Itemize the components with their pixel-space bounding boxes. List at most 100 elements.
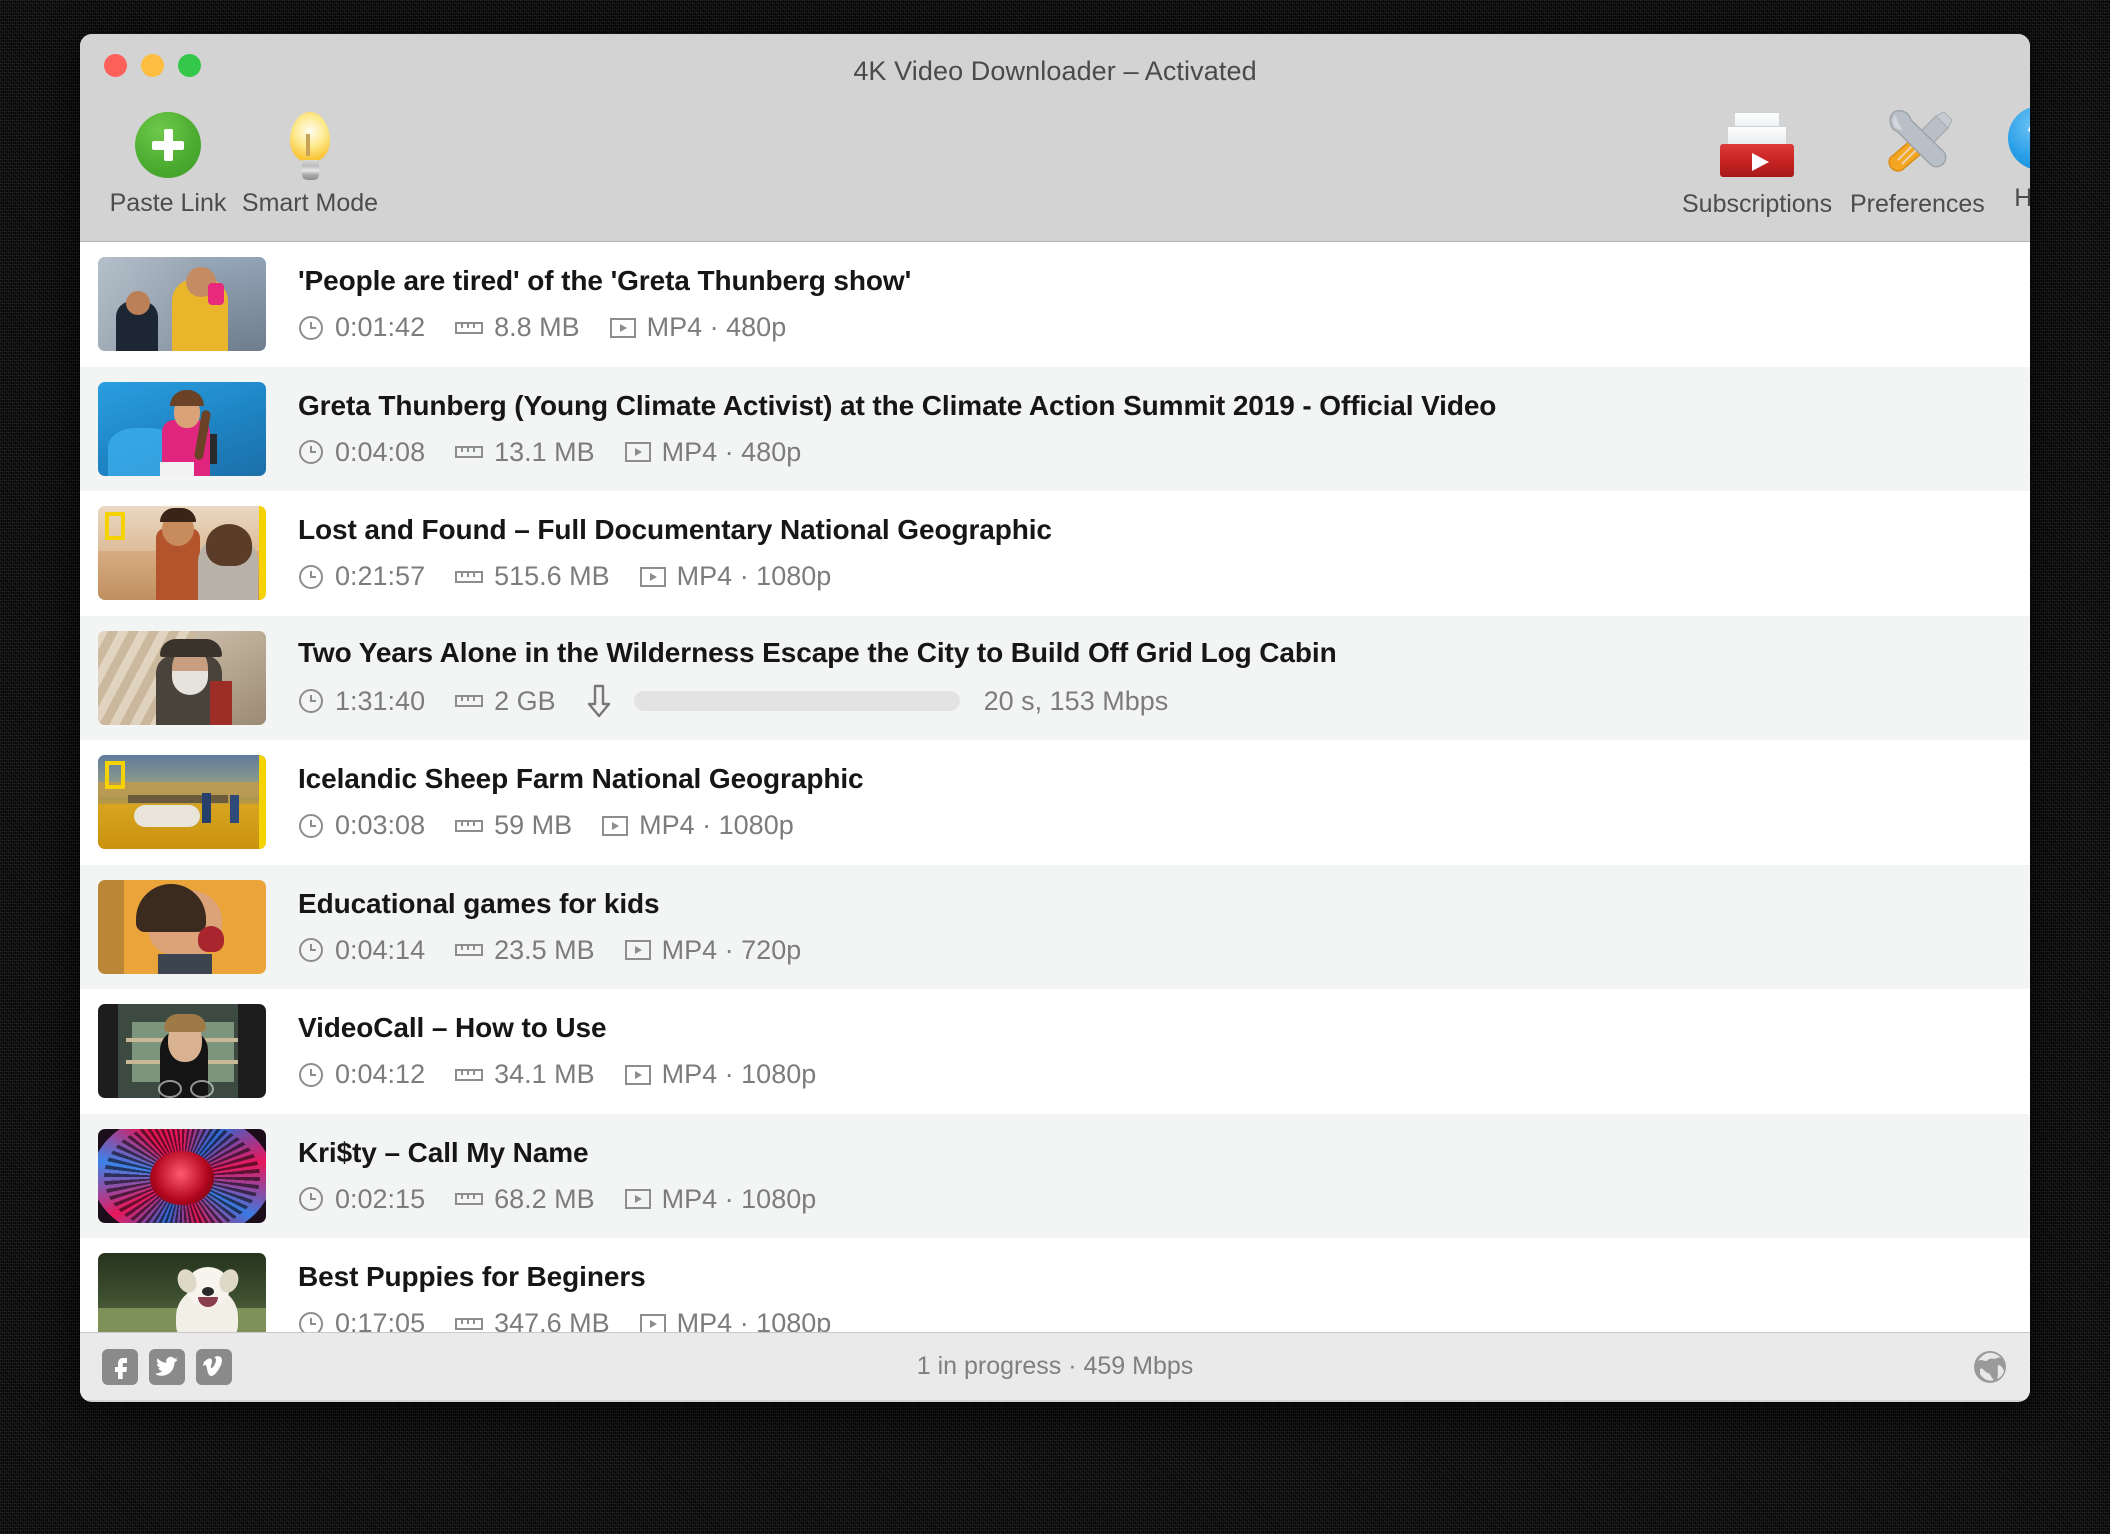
download-progress-bar[interactable]	[633, 691, 960, 712]
ruler-icon	[455, 1315, 484, 1332]
video-thumbnail[interactable]	[98, 1253, 266, 1332]
smart-mode-label: Smart Mode	[241, 189, 379, 217]
filesize-cell: 515.6 MB	[455, 561, 610, 592]
filesize-cell: 347.6 MB	[455, 1308, 610, 1332]
natgeo-yellow-bar	[259, 506, 266, 601]
video-title: Two Years Alone in the Wilderness Escape…	[298, 637, 1337, 669]
filesize-value: 59 MB	[494, 810, 573, 841]
download-row[interactable]: Best Puppies for Beginers 0:17:05 347.6 …	[80, 1238, 2030, 1332]
format-cell: MP4 · 1080p	[639, 1308, 832, 1332]
duration-value: 0:02:15	[335, 1183, 426, 1214]
video-thumbnail[interactable]	[98, 755, 266, 850]
help-button[interactable]: ? Help	[2008, 106, 2030, 213]
download-row[interactable]: Lost and Found – Full Documentary Nation…	[80, 491, 2030, 616]
download-row[interactable]: Greta Thunberg (Young Climate Activist) …	[80, 366, 2030, 491]
video-metadata: 0:17:05 347.6 MB MP4 · 1080p	[298, 1308, 831, 1332]
video-thumbnail[interactable]	[98, 1128, 266, 1223]
globe-icon[interactable]	[1970, 1347, 2010, 1387]
help-label: Help	[2014, 184, 2030, 212]
video-thumbnail[interactable]	[98, 1004, 266, 1099]
video-thumbnail[interactable]	[98, 506, 266, 601]
subscriptions-tray-icon	[1718, 106, 1796, 178]
download-row[interactable]: Kri$ty – Call My Name 0:02:15 68.2 MB MP…	[80, 1113, 2030, 1238]
duration-cell: 0:04:14	[298, 935, 425, 966]
download-list[interactable]: 'People are tired' of the 'Greta Thunber…	[80, 242, 2030, 1332]
download-row[interactable]: VideoCall – How to Use 0:04:12 34.1 MB M…	[80, 989, 2030, 1114]
play-box-icon	[602, 815, 629, 837]
duration-cell: 0:03:08	[298, 810, 425, 841]
ruler-icon	[455, 1066, 484, 1084]
preferences-button[interactable]: Preferences	[1850, 106, 1985, 219]
video-thumbnail[interactable]	[98, 381, 266, 476]
clock-icon	[298, 564, 324, 590]
video-metadata: 0:01:42 8.8 MB MP4 · 480p	[298, 312, 911, 343]
duration-cell: 0:04:08	[298, 437, 425, 468]
duration-value: 0:04:08	[335, 436, 426, 467]
download-row[interactable]: 'People are tired' of the 'Greta Thunber…	[80, 242, 2030, 367]
format-value: MP4 · 480p	[661, 436, 802, 467]
format-value: MP4 · 1080p	[676, 561, 832, 592]
filesize-value: 34.1 MB	[494, 1059, 595, 1090]
video-thumbnail[interactable]	[98, 257, 266, 352]
subscriptions-label: Subscriptions	[1682, 190, 1833, 218]
status-text: 1 in progress · 459 Mbps	[916, 1352, 1194, 1380]
filesize-value: 8.8 MB	[494, 312, 580, 343]
ruler-icon	[455, 568, 484, 586]
ruler-icon	[455, 443, 484, 461]
format-value: MP4 · 1080p	[639, 810, 794, 841]
download-arrow-icon	[586, 684, 612, 718]
video-title: Greta Thunberg (Young Climate Activist) …	[298, 389, 1497, 421]
filesize-cell: 13.1 MB	[455, 437, 595, 468]
filesize-value: 515.6 MB	[494, 561, 610, 592]
filesize-cell: 68.2 MB	[455, 1184, 595, 1215]
format-value: MP4 · 480p	[646, 312, 787, 343]
download-row[interactable]: Educational games for kids 0:04:14 23.5 …	[80, 864, 2030, 989]
format-value: MP4 · 1080p	[661, 1059, 817, 1090]
duration-cell: 0:17:05	[298, 1308, 425, 1332]
filesize-cell: 23.5 MB	[455, 935, 595, 966]
video-title: Kri$ty – Call My Name	[298, 1136, 589, 1168]
video-thumbnail[interactable]	[98, 879, 266, 974]
format-cell: MP4 · 1080p	[602, 810, 794, 841]
subscriptions-button[interactable]: Subscriptions	[1682, 106, 1832, 219]
download-row[interactable]: Two Years Alone in the Wilderness Escape…	[80, 615, 2030, 740]
video-thumbnail[interactable]	[98, 630, 266, 725]
download-row[interactable]: Icelandic Sheep Farm National Geographic…	[80, 740, 2030, 865]
filesize-value: 13.1 MB	[494, 436, 595, 467]
ruler-icon	[455, 319, 484, 337]
format-value: MP4 · 1080p	[661, 1183, 817, 1214]
duration-cell: 0:04:12	[298, 1059, 425, 1090]
clock-icon	[298, 1311, 324, 1332]
ruler-icon	[455, 1190, 484, 1208]
ruler-icon	[455, 941, 484, 959]
format-cell: MP4 · 1080p	[624, 1183, 817, 1215]
format-cell: MP4 · 720p	[624, 934, 802, 966]
format-value: MP4 · 720p	[661, 934, 802, 965]
video-title: Icelandic Sheep Farm National Geographic	[298, 763, 864, 795]
smart-mode-button[interactable]: Smart Mode	[240, 112, 380, 218]
video-metadata: 1:31:40 2 GB 20 s, 153 Mbps	[298, 684, 1337, 718]
filesize-cell: 8.8 MB	[455, 312, 580, 343]
duration-value: 0:04:12	[335, 1059, 426, 1090]
format-cell: MP4 · 480p	[609, 312, 787, 343]
ruler-icon	[455, 817, 484, 835]
clock-icon	[298, 688, 324, 714]
video-title: VideoCall – How to Use	[298, 1012, 607, 1044]
video-metadata: 0:02:15 68.2 MB MP4 · 1080p	[298, 1184, 816, 1215]
clock-icon	[298, 1062, 324, 1088]
natgeo-logo-icon	[105, 512, 125, 541]
video-metadata: 0:04:12 34.1 MB MP4 · 1080p	[298, 1059, 816, 1090]
question-mark-circle-icon: ?	[2008, 106, 2030, 170]
eta-speed-value: 20 s, 153 Mbps	[983, 685, 1169, 716]
filesize-cell: 34.1 MB	[455, 1059, 595, 1090]
duration-cell: 1:31:40	[298, 686, 425, 717]
play-box-icon	[624, 939, 651, 961]
plus-circle-icon	[135, 112, 201, 178]
paste-link-button[interactable]: Paste Link	[98, 112, 238, 218]
duration-value: 0:01:42	[335, 312, 426, 343]
format-cell: MP4 · 1080p	[639, 561, 832, 592]
clock-icon	[298, 439, 324, 465]
video-title: Best Puppies for Beginers	[298, 1261, 646, 1293]
format-value: MP4 · 1080p	[676, 1308, 832, 1332]
duration-value: 1:31:40	[335, 685, 426, 716]
